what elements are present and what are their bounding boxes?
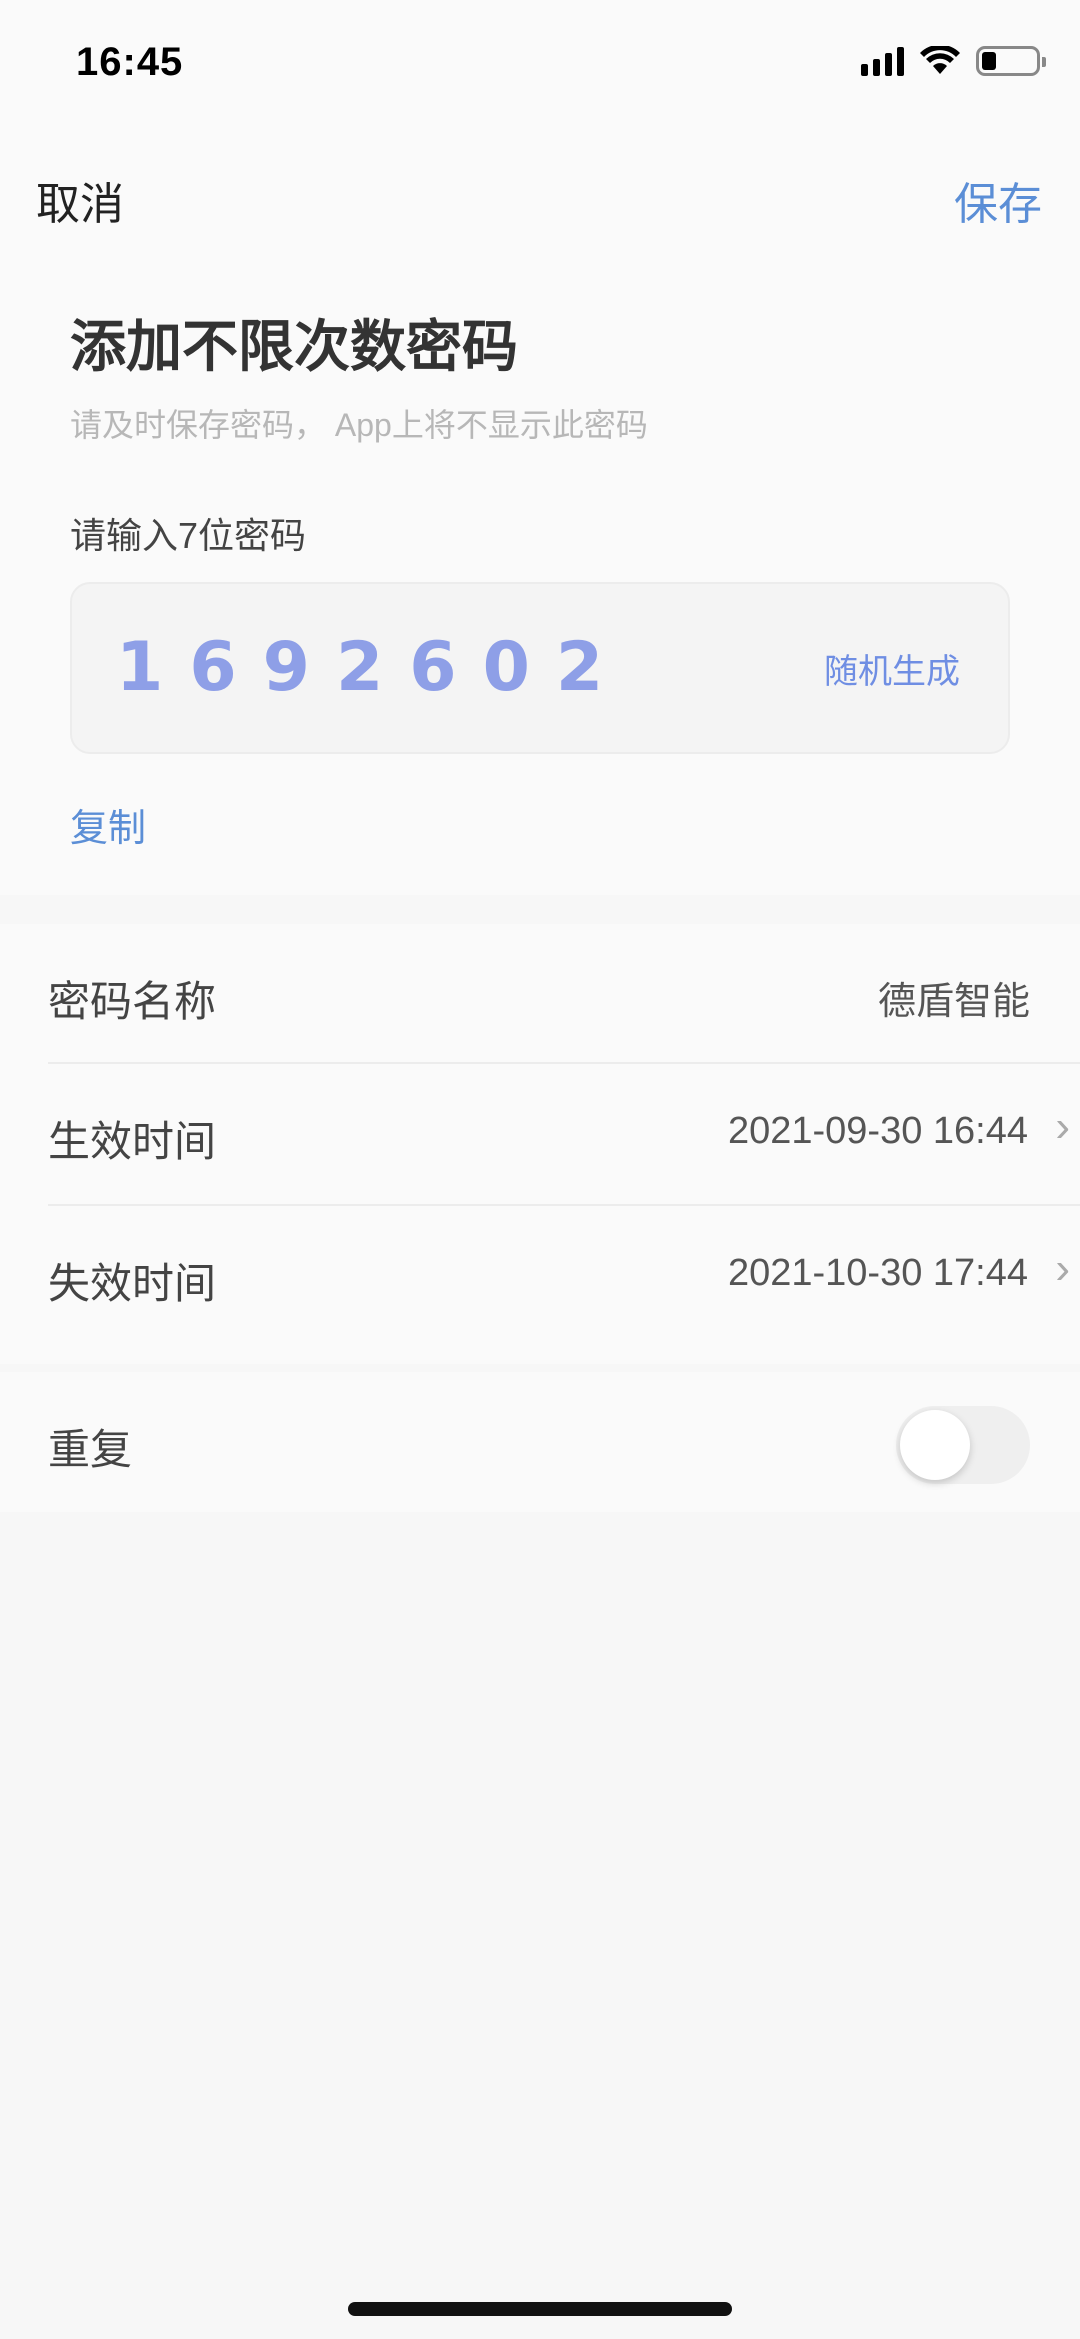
end-time-value: 2021-10-30 17:44 [727, 1252, 1028, 1294]
toggle-knob [900, 1410, 970, 1480]
password-name-label: 密码名称 [48, 978, 217, 1025]
row-end-time[interactable]: 失效时间 2021-10-30 17:44 › [48, 1206, 1080, 1346]
home-indicator[interactable] [348, 2302, 732, 2316]
password-name-value: 德盾智能 [877, 981, 1030, 1023]
wifi-icon [920, 46, 960, 74]
repeat-label: 重复 [48, 1426, 133, 1473]
chevron-right-icon: › [1055, 1244, 1070, 1293]
start-time-value: 2021-09-30 16:44 [727, 1110, 1028, 1152]
status-icons [861, 46, 1046, 76]
cellular-signal-icon [861, 46, 904, 76]
chevron-right-icon: › [1055, 1102, 1070, 1151]
password-value: 1692602 [116, 628, 630, 707]
cancel-button[interactable]: 取消 [36, 168, 124, 232]
status-bar: 16:45 [0, 0, 1080, 130]
end-time-label: 失效时间 [48, 1260, 217, 1307]
page-subtitle: 请及时保存密码， App上将不显示此密码 [70, 407, 648, 443]
password-panel: 取消 保存 添加不限次数密码 请及时保存密码， App上将不显示此密码 请输入7… [0, 130, 1080, 895]
start-time-label: 生效时间 [48, 1118, 217, 1165]
repeat-toggle[interactable] [896, 1406, 1030, 1484]
random-generate-button[interactable]: 随机生成 [824, 644, 960, 693]
row-repeat: 重复 [48, 1372, 1080, 1512]
copy-button[interactable]: 复制 [70, 797, 146, 852]
repeat-section: 重复 [0, 1372, 1080, 1512]
password-input[interactable]: 1692602 随机生成 [70, 582, 1010, 754]
row-password-name[interactable]: 密码名称 德盾智能 [48, 924, 1080, 1064]
status-time: 16:45 [76, 40, 184, 84]
password-input-label: 请输入7位密码 [70, 515, 307, 556]
save-button[interactable]: 保存 [954, 168, 1042, 232]
page-title: 添加不限次数密码 [70, 315, 518, 378]
settings-section: 密码名称 德盾智能 生效时间 2021-09-30 16:44 › 失效时间 2… [0, 924, 1080, 1364]
row-start-time[interactable]: 生效时间 2021-09-30 16:44 › [48, 1064, 1080, 1204]
battery-icon [976, 46, 1046, 76]
